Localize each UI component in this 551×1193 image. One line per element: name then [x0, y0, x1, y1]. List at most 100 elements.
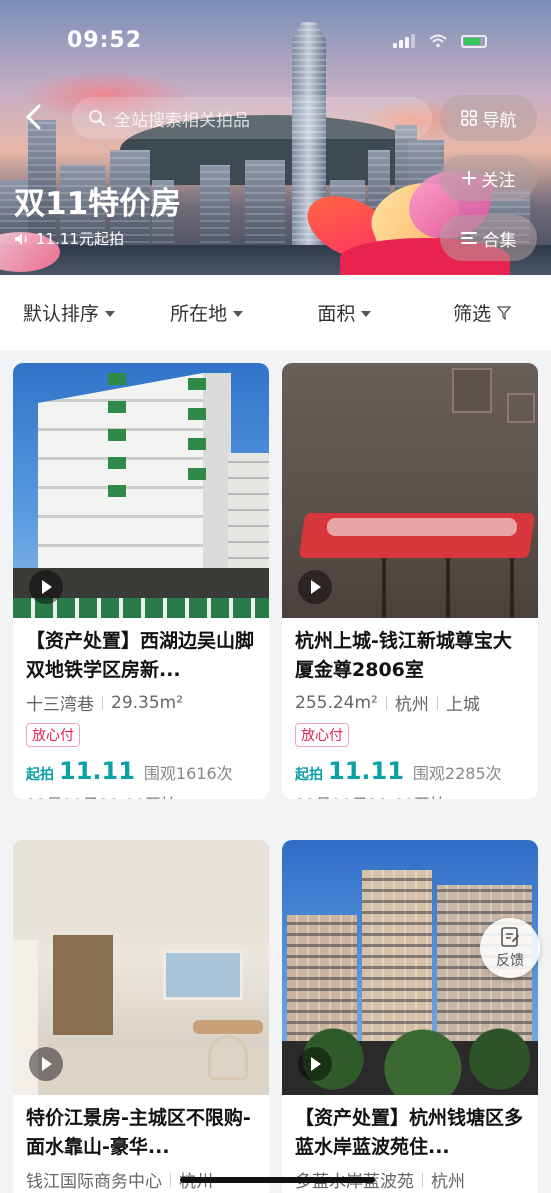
- signal-icon: [393, 34, 415, 48]
- filter-area-label: 面积: [317, 303, 356, 325]
- header-banner: 09:52 全站搜索相关拍品 双11特价房 11.11元起拍 导航 关注 合集: [0, 0, 551, 275]
- filter-sort[interactable]: 默认排序: [0, 299, 138, 326]
- listing-location: 十三湾巷: [26, 695, 94, 715]
- price-value: 11.11: [59, 757, 135, 785]
- list-icon: [460, 232, 477, 244]
- grid-icon: [460, 110, 477, 126]
- listing-city: 杭州: [431, 1172, 465, 1192]
- window: [163, 950, 243, 1000]
- listing-title: 【资产处置】西湖边吴山脚双地铁学区房新...: [26, 630, 255, 681]
- window: [188, 468, 206, 480]
- listing-meta: 255.24m² 杭州 上城: [282, 686, 538, 716]
- listing-price: 起拍 11.11 围观1616次: [13, 747, 269, 785]
- wall-frame: [507, 393, 535, 423]
- price-label: 起拍: [295, 767, 323, 783]
- chevron-left-icon: [25, 104, 41, 130]
- price-value: 11.11: [328, 757, 404, 785]
- nav-button[interactable]: 导航: [440, 95, 537, 141]
- collection-button-label: 合集: [482, 230, 517, 251]
- payment-badge: 放心付: [295, 723, 349, 747]
- filter-more[interactable]: 筛选: [413, 299, 551, 326]
- filter-sort-label: 默认排序: [22, 303, 99, 325]
- divider: [102, 695, 103, 710]
- payment-badge: 放心付: [26, 723, 80, 747]
- window: [188, 438, 206, 450]
- feedback-label: 反馈: [496, 953, 524, 969]
- building: [200, 165, 230, 250]
- listing-district: 上城: [445, 695, 480, 715]
- dining-table: [193, 1020, 263, 1034]
- tv-wall: [53, 935, 113, 1035]
- window: [108, 401, 126, 413]
- search-icon: [89, 110, 105, 126]
- listing-price: 起拍 11.11 围观2285次: [282, 747, 538, 785]
- wall-frame: [452, 368, 492, 413]
- plus-icon: [461, 171, 476, 185]
- listing-location: 钱江国际商务中心: [26, 1172, 162, 1192]
- window: [108, 485, 126, 497]
- window: [108, 373, 126, 385]
- play-icon[interactable]: [29, 570, 63, 604]
- caret-down-icon: [104, 310, 115, 317]
- wifi-icon: [429, 34, 447, 48]
- funnel-icon: [497, 305, 512, 320]
- listing-photo: [13, 363, 269, 618]
- subtitle-text: 11.11元起拍: [36, 230, 124, 248]
- divider: [436, 695, 438, 710]
- listing-title: 【资产处置】杭州钱塘区多蓝水岸蓝波苑住...: [295, 1107, 524, 1158]
- view-count: 围观2285次: [412, 764, 502, 783]
- home-indicator: [180, 1177, 375, 1183]
- status-icons: [393, 34, 487, 48]
- listing-area: 29.35m²: [111, 692, 184, 713]
- price-label: 起拍: [26, 767, 54, 783]
- follow-button[interactable]: 关注: [440, 155, 537, 201]
- filter-bar: 默认排序 所在地 面积 筛选: [0, 275, 551, 350]
- window: [108, 429, 126, 441]
- status-time: 09:52: [67, 28, 143, 53]
- view-count: 围观1616次: [143, 764, 233, 783]
- page-subtitle: 11.11元起拍: [14, 228, 124, 249]
- collection-button[interactable]: 合集: [440, 215, 537, 261]
- caret-down-icon: [233, 310, 244, 317]
- listing-title: 特价江景房-主城区不限购-面水靠山-豪华...: [26, 1107, 251, 1158]
- window: [108, 457, 126, 469]
- battery-icon: [461, 34, 487, 48]
- search-input[interactable]: 全站搜索相关拍品: [72, 97, 432, 139]
- listing-card[interactable]: 【资产处置】西湖边吴山脚双地铁学区房新... 十三湾巷 29.35m² 放心付 …: [13, 363, 269, 799]
- window: [188, 408, 206, 420]
- feedback-icon: [501, 927, 519, 947]
- listing-card[interactable]: 特价江景房-主城区不限购-面水靠山-豪华... 钱江国际商务中心 杭州: [13, 840, 269, 1193]
- filter-location-label: 所在地: [170, 303, 228, 325]
- page-title: 双11特价房: [14, 186, 182, 222]
- follow-button-label: 关注: [481, 170, 516, 191]
- window: [188, 378, 206, 390]
- listing-meta: 十三湾巷 29.35m²: [13, 686, 269, 716]
- filter-location[interactable]: 所在地: [138, 299, 276, 326]
- apartment-building: [228, 453, 269, 573]
- back-button[interactable]: [24, 103, 48, 133]
- play-icon[interactable]: [298, 1047, 332, 1081]
- listing-title: 杭州上城-钱江新城尊宝大厦金尊2806室: [295, 630, 512, 681]
- listing-photo: [13, 840, 269, 1095]
- filter-more-label: 筛选: [453, 303, 492, 325]
- ceiling: [13, 840, 269, 920]
- apartment-side: [203, 373, 231, 573]
- listing-card[interactable]: 【资产处置】杭州钱塘区多蓝水岸蓝波苑住... 多蓝水岸蓝波苑 杭州: [282, 840, 538, 1193]
- play-icon[interactable]: [29, 1047, 63, 1081]
- nav-button-label: 导航: [482, 110, 517, 131]
- divider: [170, 1172, 171, 1187]
- listing-card[interactable]: 杭州上城-钱江新城尊宝大厦金尊2806室 255.24m² 杭州 上城 放心付 …: [282, 363, 538, 799]
- building: [245, 160, 285, 250]
- listing-city: 杭州: [394, 695, 429, 715]
- feedback-button[interactable]: 反馈: [480, 918, 540, 978]
- listing-photo: [282, 363, 538, 618]
- play-icon[interactable]: [298, 570, 332, 604]
- divider: [385, 695, 387, 710]
- listing-area: 255.24m²: [295, 692, 378, 713]
- speaker-icon: [15, 232, 27, 245]
- filter-area[interactable]: 面积: [276, 299, 414, 326]
- auction-start-time: 11月20日11:00开拍: [282, 785, 538, 799]
- bed-cushion: [327, 518, 517, 536]
- chair: [208, 1035, 248, 1080]
- bed-legs: [322, 558, 522, 618]
